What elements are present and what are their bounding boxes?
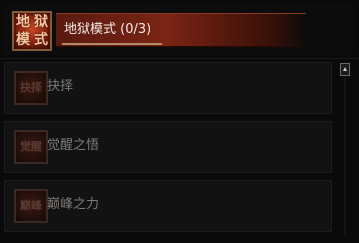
icon-glyph: 式 (34, 32, 48, 48)
list-item-awakening[interactable]: 觉醒 觉醒之悟 (4, 121, 332, 173)
hell-mode-label: 地狱模式 (0/3) (64, 22, 152, 37)
choice-icon: 抉择 (14, 71, 48, 105)
icon-glyph: 巅峰 (20, 199, 42, 212)
list-item-choice[interactable]: 抉择 抉择 (4, 62, 332, 114)
icon-glyph: 抉择 (20, 81, 42, 94)
list-item-label: 抉择 (47, 79, 74, 94)
hell-mode-icon: 地 狱 模 式 (12, 11, 52, 51)
list-item-label: 巅峰之力 (47, 197, 100, 212)
awakening-icon: 觉醒 (14, 130, 48, 164)
icon-glyph: 模 (16, 32, 30, 48)
list-item-label: 觉醒之悟 (47, 138, 100, 153)
peak-power-icon: 巅峰 (14, 189, 48, 223)
list-item-peak-power[interactable]: 巅峰 巅峰之力 (4, 180, 332, 232)
hell-mode-header[interactable]: 地 狱 模 式 地狱模式 (0/3) (4, 3, 354, 55)
scroll-track[interactable] (344, 78, 346, 236)
scrollbar[interactable] (339, 62, 353, 238)
divider (0, 58, 359, 59)
triangle-up-icon[interactable] (340, 63, 350, 76)
icon-glyph: 觉醒 (20, 140, 42, 153)
header-underline (62, 43, 162, 45)
icon-glyph: 狱 (34, 14, 48, 30)
icon-glyph: 地 (16, 14, 30, 30)
mode-panel: 地 狱 模 式 地狱模式 (0/3) 抉择 抉择 觉醒 觉醒之悟 巅峰 巅峰之力 (0, 0, 359, 243)
